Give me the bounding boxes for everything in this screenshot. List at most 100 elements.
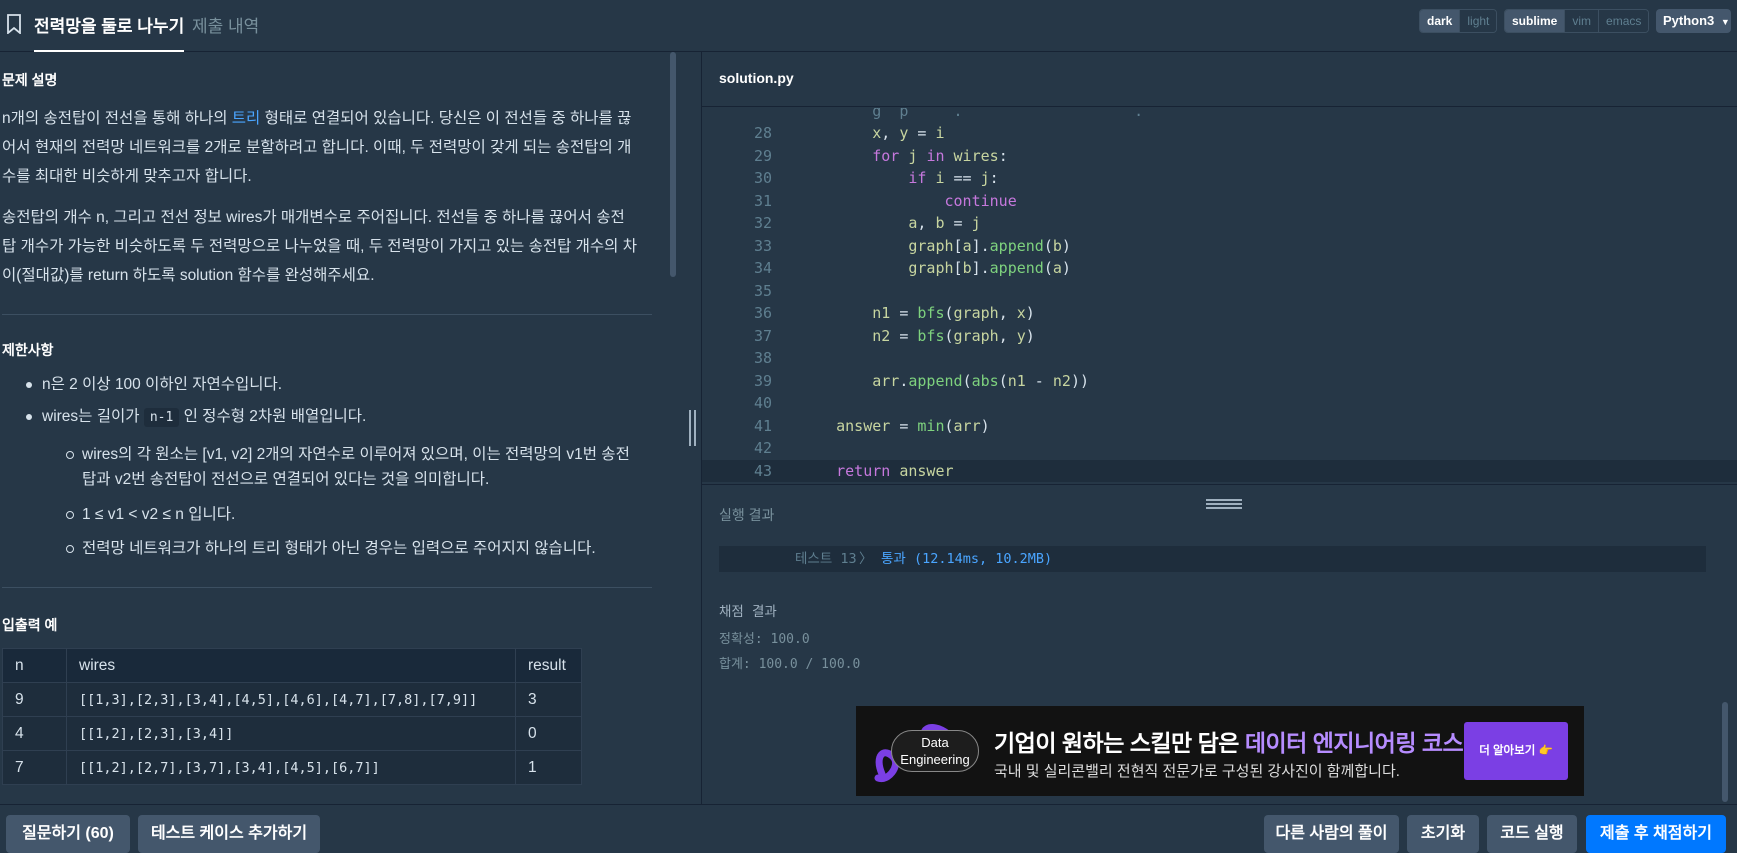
desc-text: 형태로 연결되어 있습니다. 당신은 이 전선들 중 하나를 끊 <box>260 110 632 127</box>
code-line: 32 a, b = j <box>702 212 1737 235</box>
code-line: 38 <box>702 347 1737 370</box>
desc-text: 이(절대값)를 return 하도록 solution 함수를 완성해주세요. <box>2 267 375 284</box>
code-line: 39 arr.append(abs(n1 - n2)) <box>702 370 1737 393</box>
constraint-text: n은 2 이상 100 이하인 자연수입니다. <box>42 376 283 393</box>
ad-banner[interactable]: Data Engineering 기업이 원하는 스킬만 담은 데이터 엔지니어… <box>856 706 1584 796</box>
line-number: 30 <box>753 169 772 187</box>
add-testcase-button[interactable]: 테스트 케이스 추가하기 <box>138 815 320 853</box>
theme-toggle: dark light <box>1419 9 1498 33</box>
description-title: 문제 설명 <box>2 72 58 88</box>
ad-badge-line: Data <box>921 735 949 750</box>
constraint-text: 1 ≤ v1 < v2 ≤ n 입니다. <box>82 506 236 523</box>
code-line: 41 answer = min(arr) <box>702 415 1737 438</box>
code-line-partial: g p . . <box>800 108 1144 120</box>
bullet-circle <box>66 511 74 519</box>
table-header-row: n wires result <box>2 648 582 683</box>
table-cell: 3 <box>515 682 582 717</box>
editor-resize-handle[interactable] <box>1206 499 1242 511</box>
table-row: 7 [[1,2],[2,7],[3,7],[3,4],[4,5],[6,7]] … <box>2 750 582 785</box>
line-number: 33 <box>753 236 772 255</box>
io-example-table: n wires result 9 [[1,3],[2,3],[3,4],[4,5… <box>2 648 582 785</box>
table-cell: [[1,2],[2,3],[3,4]] <box>66 716 516 751</box>
divider <box>2 587 652 588</box>
bullet-dot <box>26 382 32 388</box>
bookmark-icon[interactable] <box>6 14 22 34</box>
ad-badge-line: Engineering <box>900 752 970 767</box>
table-cell: 9 <box>2 682 67 717</box>
table-cell: [[1,2],[2,7],[3,7],[3,4],[4,5],[6,7]] <box>66 750 516 785</box>
test-result-row: 테스트 13 〉 통과 (12.14ms, 10.2MB) <box>719 546 1706 572</box>
constraint-item: n은 2 이상 100 이하인 자연수입니다. <box>26 372 283 397</box>
keymap-emacs-option[interactable]: emacs <box>1598 10 1649 32</box>
code-line: 35 <box>702 280 1737 303</box>
bullet-dot <box>26 414 32 420</box>
table-cell: 4 <box>2 716 67 751</box>
code-line: 34 graph[b].append(a) <box>702 257 1737 280</box>
theme-light-option[interactable]: light <box>1459 10 1497 32</box>
table-row: 9 [[1,3],[2,3],[3,4],[4,5],[4,6],[4,7],[… <box>2 682 582 717</box>
ad-learn-more-button[interactable]: 더 알아보기 👉 <box>1464 722 1568 780</box>
column-header: wires <box>66 648 516 683</box>
line-number: 36 <box>753 304 772 322</box>
tab-submissions[interactable]: 제출 내역 <box>192 12 259 37</box>
problem-panel: 문제 설명 n개의 송전탑이 전선을 통해 하나의 트리 형태로 연결되어 있습… <box>0 52 700 804</box>
ask-question-button[interactable]: 질문하기 (60) <box>6 815 130 853</box>
bullet-circle <box>66 545 74 553</box>
line-number: 37 <box>753 326 772 345</box>
code-line: 29 for j in wires: <box>702 145 1737 168</box>
line-number: 38 <box>753 349 772 367</box>
constraint-item: wires는 길이가 n-1 인 정수형 2차원 배열입니다. <box>26 404 367 430</box>
line-number: 29 <box>753 146 772 165</box>
ad-title-highlight: 데이터 엔지니어링 코스 <box>1244 730 1464 756</box>
line-number: 42 <box>753 439 772 457</box>
constraint-text: wires는 길이가 <box>42 408 144 425</box>
language-select[interactable]: Python3 ▼ <box>1656 9 1731 33</box>
constraint-subitem: 전력망 네트워크가 하나의 트리 형태가 아닌 경우는 입력으로 주어지지 않습… <box>66 536 596 561</box>
theme-dark-option[interactable]: dark <box>1420 10 1460 32</box>
column-header: result <box>515 648 582 683</box>
code-line-current: 43 return answer <box>702 459 1737 482</box>
inline-code: n-1 <box>143 408 180 427</box>
file-header: solution.py <box>702 52 1737 107</box>
top-bar: 전력망을 둘로 나누기 제출 내역 dark light sublime vim… <box>0 0 1737 53</box>
code-line: 28 x, y = i <box>702 122 1737 145</box>
others-solutions-button[interactable]: 다른 사람의 풀이 <box>1264 815 1399 853</box>
grading-result-label: 채점 결과 <box>719 604 777 620</box>
keymap-vim-option[interactable]: vim <box>1564 10 1599 32</box>
constraint-text: 전력망 네트워크가 하나의 트리 형태가 아닌 경우는 입력으로 주어지지 않습… <box>82 540 596 557</box>
run-result-label: 실행 결과 <box>719 507 775 523</box>
desc-text: 수를 최대한 비슷하게 맞추고자 합니다. <box>2 168 252 185</box>
submit-button[interactable]: 제출 후 채점하기 <box>1586 815 1726 853</box>
constraints-title: 제한사항 <box>2 342 54 358</box>
results-scrollbar[interactable] <box>1722 702 1728 802</box>
run-code-button[interactable]: 코드 실행 <box>1487 815 1577 853</box>
table-cell: 7 <box>2 750 67 785</box>
desc-text: 탑 개수가 가능한 비슷하도록 두 전력망으로 나누었을 때, 두 전력망이 가… <box>2 238 637 255</box>
test-separator: 〉 <box>859 551 873 567</box>
keymap-sublime-option[interactable]: sublime <box>1505 10 1565 32</box>
reset-button[interactable]: 초기화 <box>1407 815 1479 853</box>
table-cell: 0 <box>515 716 582 751</box>
column-header: n <box>2 648 67 683</box>
table-row: 4 [[1,2],[2,3],[3,4]] 0 <box>2 716 582 751</box>
ad-badge: Data Engineering <box>891 730 979 772</box>
constraint-text: 인 정수형 2차원 배열입니다. <box>179 408 367 425</box>
line-number: 39 <box>753 371 772 390</box>
code-line: 42 <box>702 437 1737 460</box>
keymap-toggle: sublime vim emacs <box>1504 9 1650 33</box>
panel-splitter-handle[interactable] <box>688 410 698 446</box>
desc-text: 어서 현재의 전력망 네트워크를 2개로 분할하려고 합니다. 이때, 두 전력… <box>2 139 632 156</box>
editor-panel: solution.py g p . . 28 x, y = i 29 for j… <box>701 52 1737 804</box>
problem-scrollbar[interactable] <box>670 52 676 277</box>
line-number: 28 <box>753 124 772 142</box>
constraint-text: wires의 각 원소는 [v1, v2] 2개의 자연수로 이루어져 있으며,… <box>82 446 630 463</box>
description-paragraph-2: 송전탑의 개수 n, 그리고 전선 정보 wires가 매개변수로 주어집니다.… <box>2 203 652 290</box>
line-number: 40 <box>753 394 772 412</box>
test-status: 통과 (12.14ms, 10.2MB) <box>881 551 1053 567</box>
code-editor[interactable]: g p . . 28 x, y = i 29 for j in wires: 3… <box>702 108 1737 538</box>
code-line: 33 graph[a].append(b) <box>702 235 1737 258</box>
tab-problem[interactable]: 전력망을 둘로 나누기 <box>34 12 185 53</box>
table-cell: 1 <box>515 750 582 785</box>
line-number: 35 <box>753 281 772 300</box>
tree-link[interactable]: 트리 <box>232 110 261 127</box>
